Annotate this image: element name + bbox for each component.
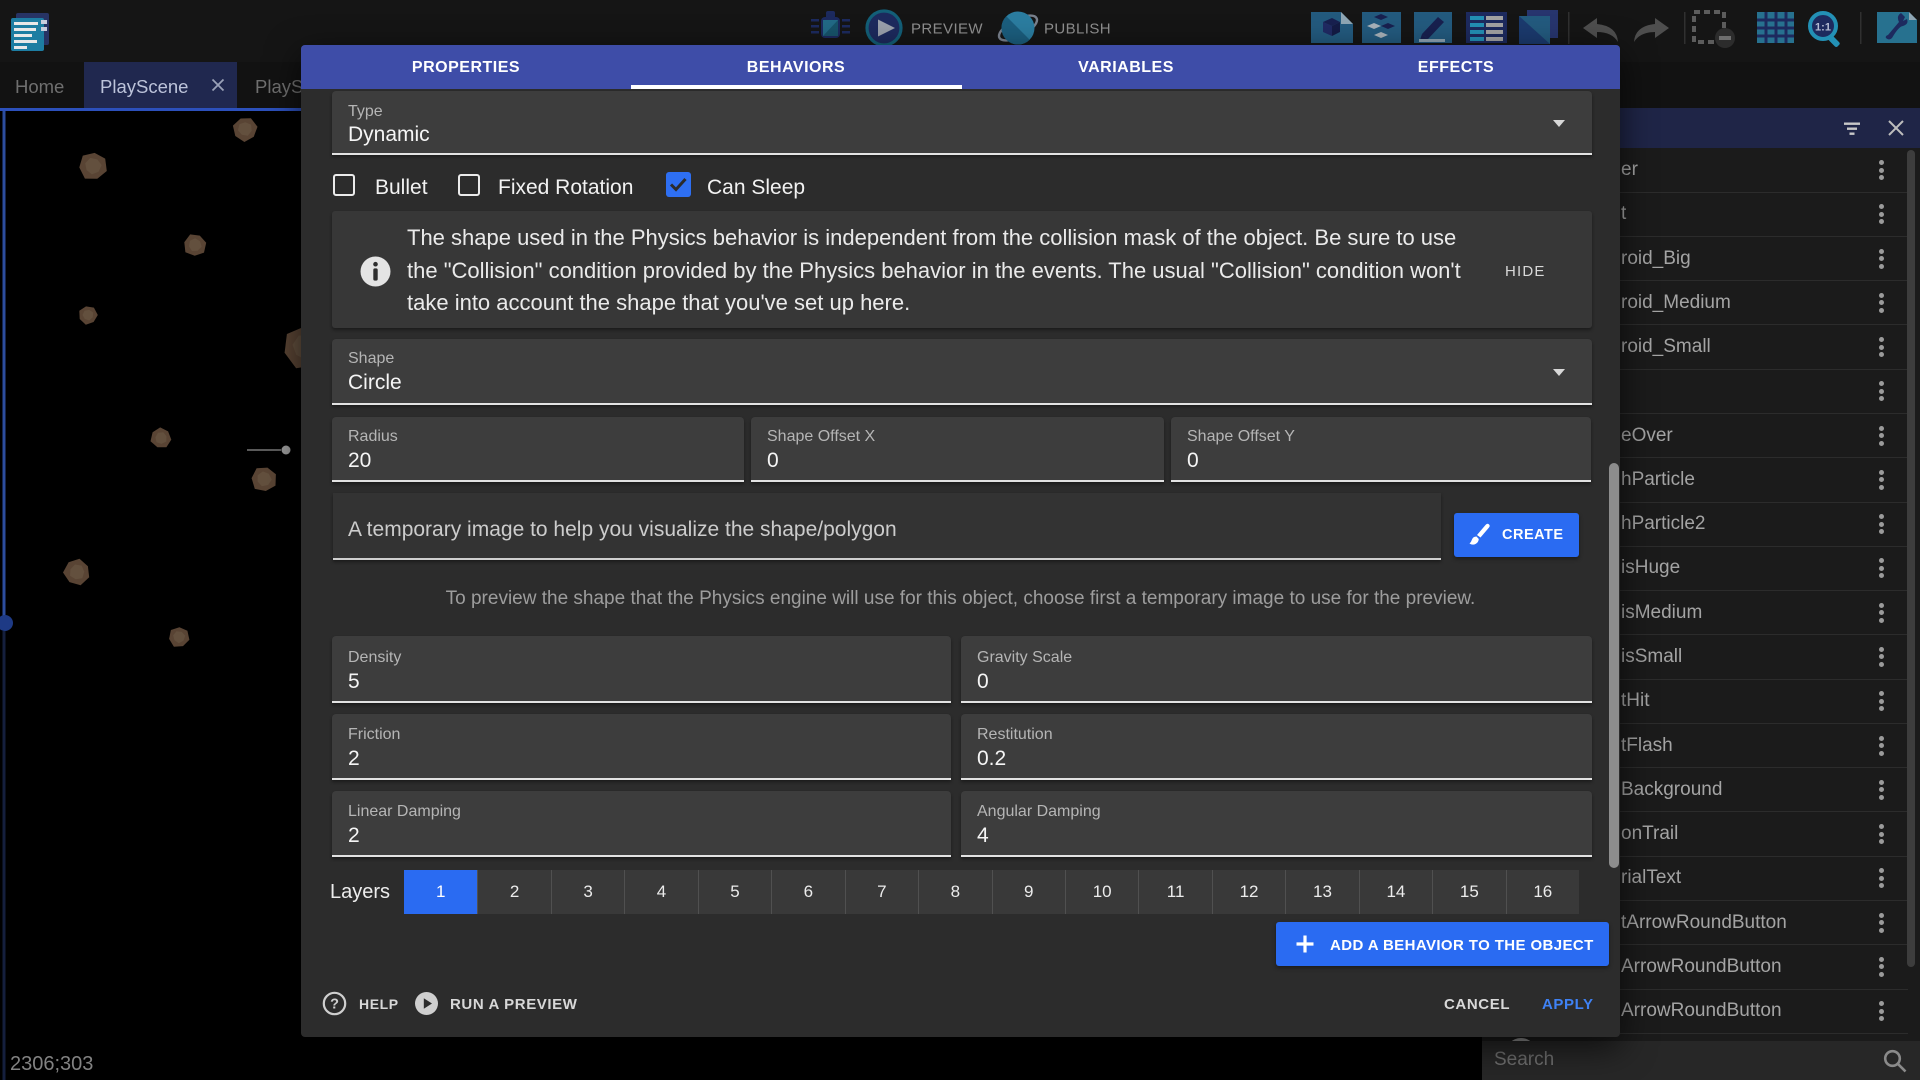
svg-text:1:1: 1:1 bbox=[1815, 22, 1831, 34]
svg-text:?: ? bbox=[330, 997, 339, 1013]
svg-text:PREVIEW: PREVIEW bbox=[911, 21, 983, 38]
svg-text:PUBLISH: PUBLISH bbox=[1044, 21, 1111, 38]
